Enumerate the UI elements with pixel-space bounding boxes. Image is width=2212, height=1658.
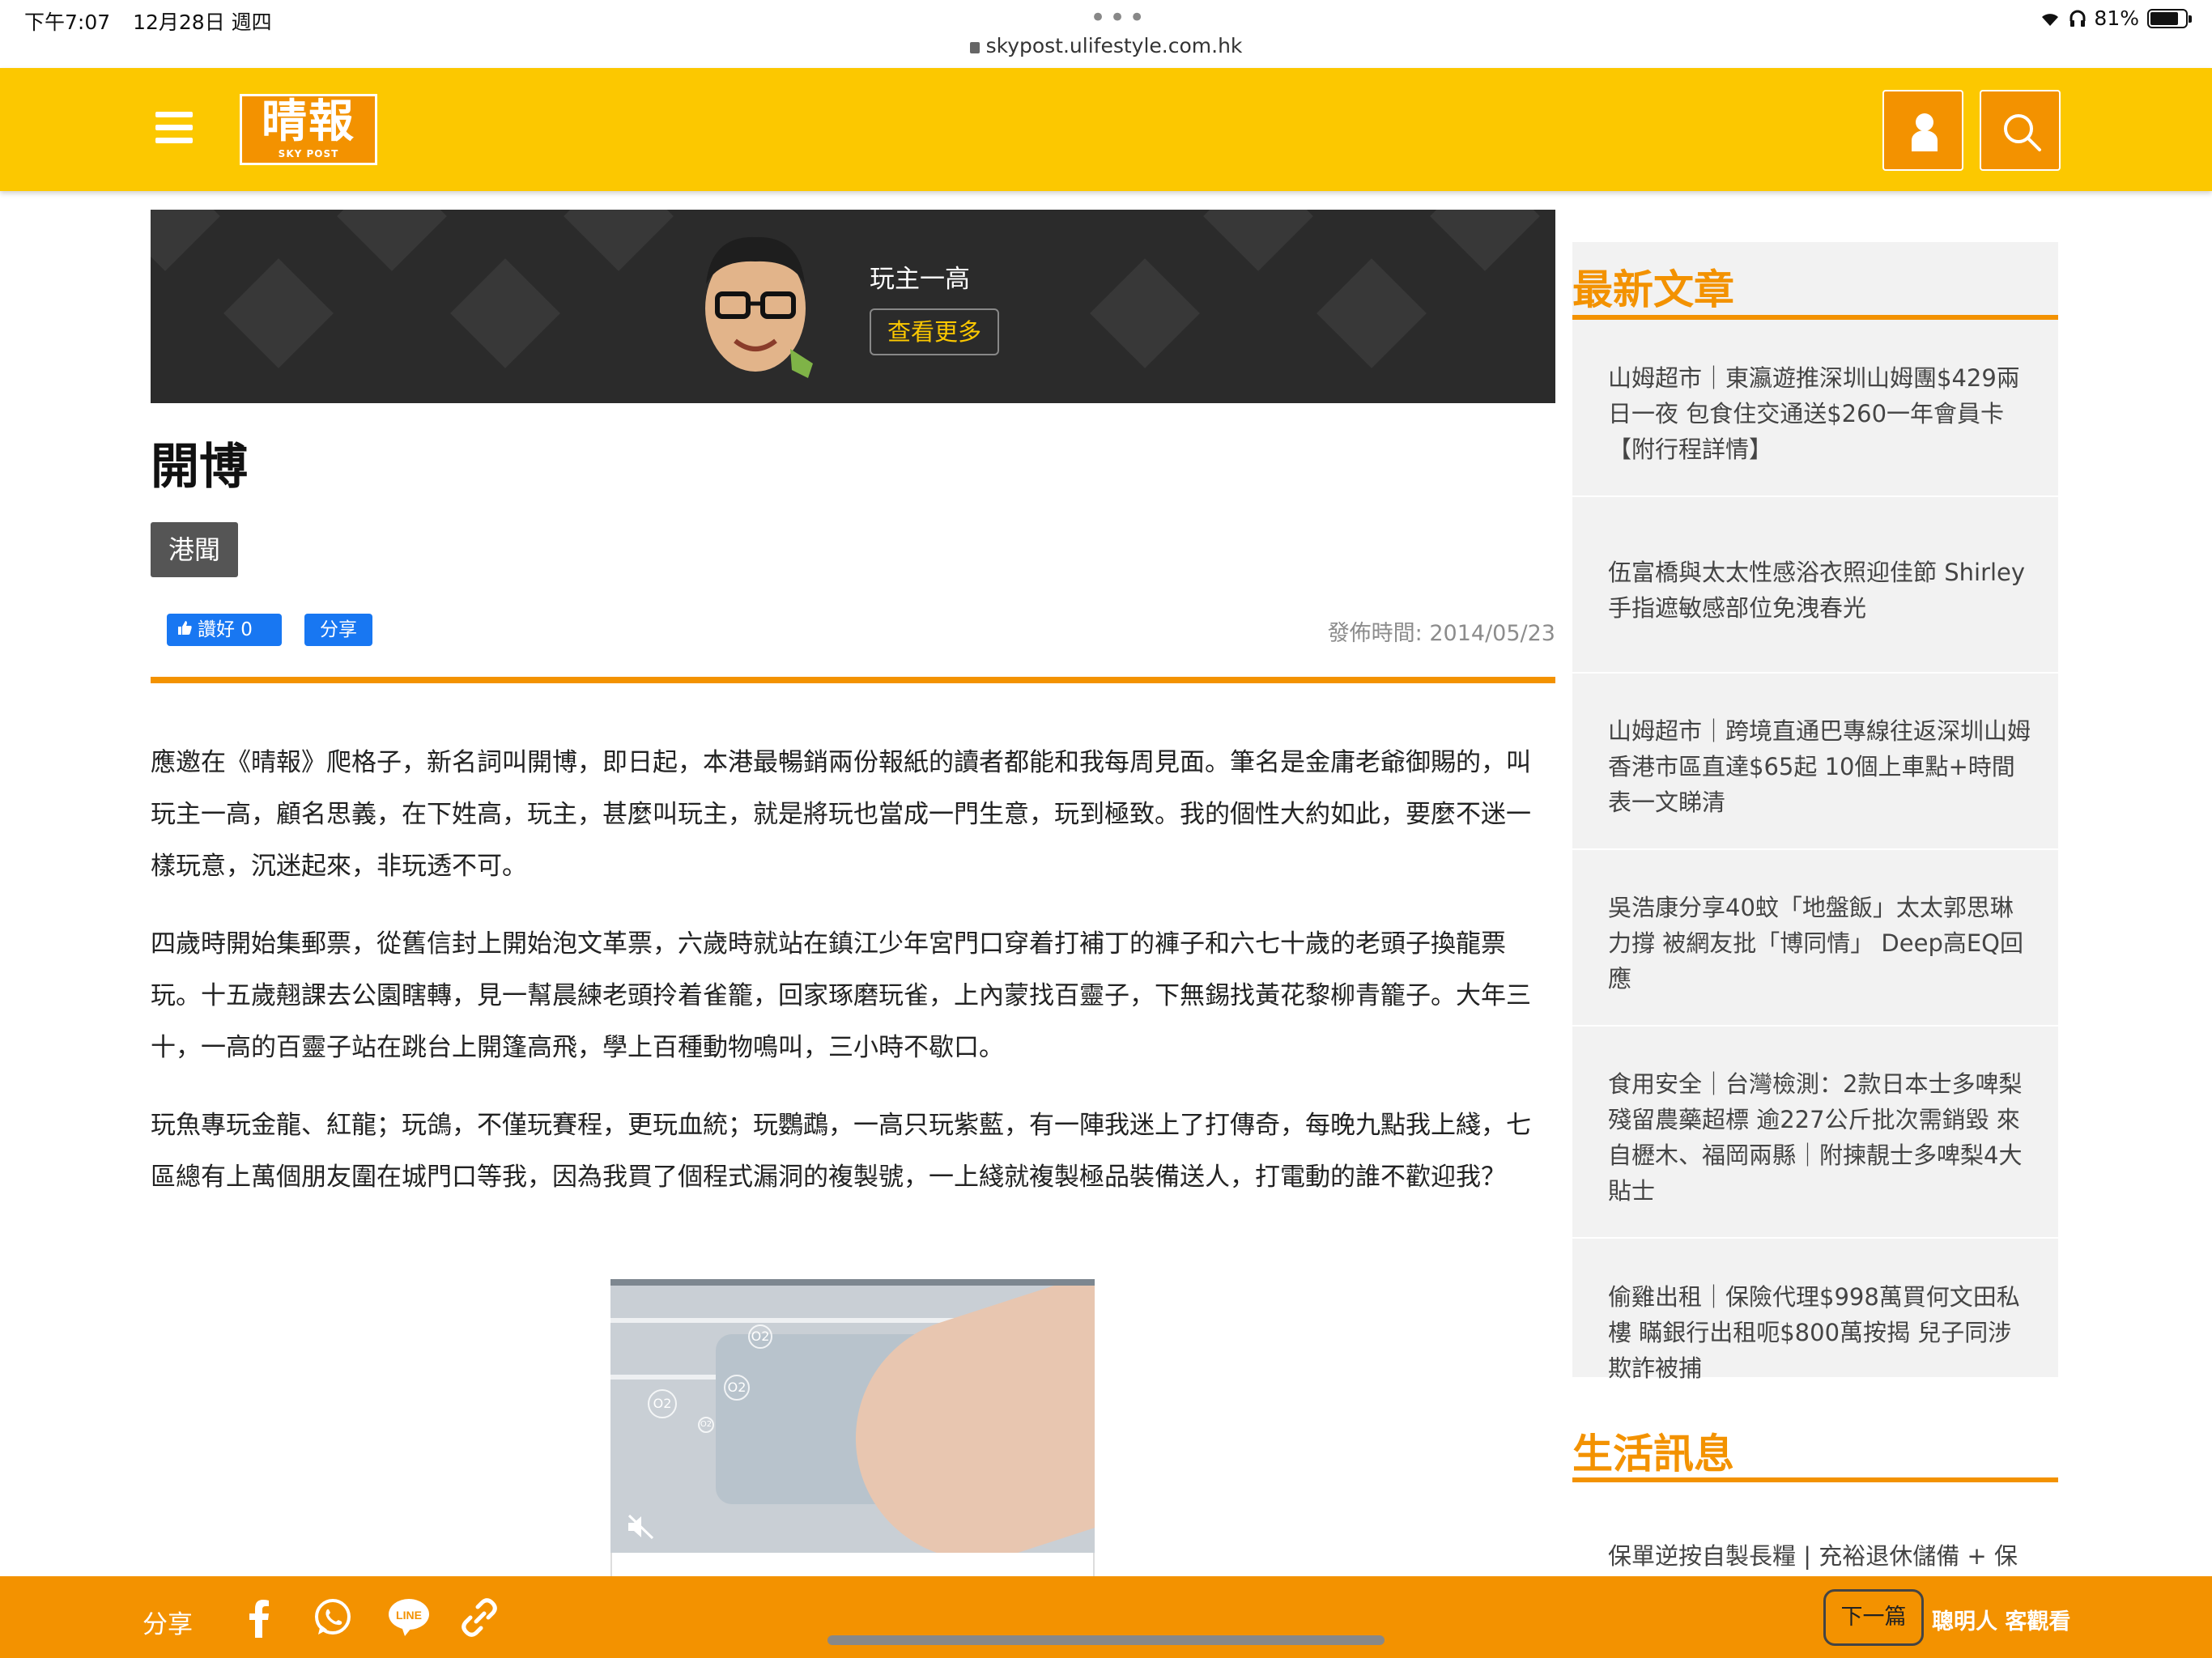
- banner-pattern: [1430, 210, 1540, 271]
- author-banner: 玩主一高 查看更多: [151, 210, 1555, 403]
- facebook-like-button[interactable]: 讚好 0: [167, 614, 282, 646]
- hamburger-menu-icon[interactable]: [155, 112, 193, 144]
- address-bar[interactable]: skypost.ulifestyle.com.hk: [0, 34, 2212, 57]
- news-item[interactable]: 山姆超市｜東瀛遊推深圳山姆團$429兩日一夜 包食住交通送$260一年會員卡【附…: [1572, 321, 2058, 497]
- oxygen-bubble: O2: [748, 1324, 772, 1349]
- page: 下午7:07 12月28日 週四 ••• skypost.ulifestyle.…: [0, 0, 2212, 1658]
- thumbs-up-icon: [177, 614, 193, 646]
- oxygen-bubble: O2: [698, 1417, 714, 1433]
- banner-pattern: [1090, 258, 1200, 368]
- url-text: skypost.ulifestyle.com.hk: [985, 34, 1243, 57]
- latest-articles-underline: [1572, 315, 2058, 320]
- banner-pattern: [1203, 210, 1313, 271]
- banner-pattern: [337, 210, 447, 271]
- user-icon: [1912, 113, 1938, 151]
- oxygen-bubble: O2: [648, 1389, 677, 1418]
- lock-icon: [969, 42, 980, 53]
- banner-pattern: [223, 258, 334, 368]
- whatsapp-icon[interactable]: [313, 1597, 353, 1638]
- article-paragraph: 玩魚專玩金龍、紅龍；玩鴿，不僅玩賽程，更玩血統；玩鸚鵡，一高只玩紫藍，有一陣我迷…: [151, 1111, 1531, 1192]
- user-account-button[interactable]: [1882, 90, 1963, 171]
- news-item[interactable]: 食用安全｜台灣檢測：2款日本士多啤梨殘留農藥超標 逾227公斤批次需銷毀 來自櫪…: [1572, 1027, 2058, 1239]
- site-header: 晴報 SKY POST: [0, 68, 2212, 191]
- status-right: 81%: [2039, 6, 2192, 30]
- latest-articles-list: 山姆超市｜東瀛遊推深圳山姆團$429兩日一夜 包食住交通送$260一年會員卡【附…: [1572, 321, 2058, 1415]
- life-info-underline: [1572, 1477, 2058, 1482]
- logo-text: 晴報: [262, 96, 355, 148]
- life-info-title: 生活訊息: [1572, 1431, 1734, 1477]
- video-ad[interactable]: O2 O2 O2 O2: [610, 1279, 1095, 1553]
- life-item[interactable]: 保單逆按自製長糧 | 充裕退休儲備 + 保: [1572, 1486, 2058, 1574]
- news-item[interactable]: 偷雞出租｜保險代理$998萬買何文田私樓 瞞銀行出租呃$800萬按揭 兒子同涉欺…: [1572, 1239, 2058, 1415]
- headphones-icon: [2069, 10, 2086, 27]
- line-icon-label: LINE: [396, 1609, 422, 1622]
- view-more-button[interactable]: 查看更多: [870, 308, 999, 355]
- latest-articles-title: 最新文章: [1572, 266, 1734, 313]
- search-icon: [2004, 114, 2041, 151]
- share-label: 分享: [143, 1610, 193, 1639]
- next-article-button[interactable]: 下一篇: [1823, 1589, 1924, 1646]
- battery-percent: 81%: [2094, 6, 2139, 30]
- site-logo[interactable]: 晴報 SKY POST: [240, 94, 377, 165]
- battery-icon: [2147, 8, 2192, 28]
- news-item[interactable]: 伍富橋與太太性感浴衣照迎佳節 Shirley手指遮敏感部位免洩春光: [1572, 497, 2058, 674]
- browser-menu-dots[interactable]: •••: [1090, 2, 1148, 34]
- wifi-icon: [2042, 13, 2059, 26]
- banner-pattern: [564, 210, 674, 271]
- article-paragraph: 四歲時開始集郵票，從舊信封上開始泡文革票，六歲時就站在鎮江少年宮門口穿着打補丁的…: [151, 929, 1531, 1062]
- publish-time: 發佈時間: 2014/05/23: [1327, 621, 1555, 646]
- status-time: 下午7:07: [24, 11, 111, 34]
- like-label: 讚好 0: [198, 619, 253, 640]
- banner-pattern: [1317, 258, 1427, 368]
- oxygen-bubble: O2: [724, 1375, 750, 1401]
- mute-icon[interactable]: [627, 1514, 656, 1540]
- status-bar: 下午7:07 12月28日 週四 ••• skypost.ulifestyle.…: [0, 0, 2212, 68]
- home-indicator[interactable]: [827, 1635, 1385, 1645]
- search-button[interactable]: [1980, 90, 2061, 171]
- next-article-title[interactable]: 聰明人 客觀看: [1932, 1604, 2070, 1635]
- orange-divider: [151, 677, 1555, 683]
- author-avatar[interactable]: [695, 227, 816, 385]
- facebook-icon[interactable]: [243, 1597, 275, 1638]
- article-title: 開博: [151, 439, 248, 495]
- bottom-share-bar: 分享 LINE 下一篇 聰明人 客觀看: [0, 1576, 2212, 1658]
- category-tag[interactable]: 港聞: [151, 522, 238, 577]
- banner-pattern: [450, 258, 560, 368]
- news-item[interactable]: 吳浩康分享40蚊「地盤飯」太太郭思琳力撐 被網友批「博同情」 Deep高EQ回應: [1572, 850, 2058, 1027]
- article-body: 應邀在《晴報》爬格子，新名詞叫開博，即日起，本港最暢銷兩份報紙的讀者都能和我每周…: [151, 737, 1543, 1229]
- author-name[interactable]: 玩主一高: [870, 258, 970, 295]
- status-date: 12月28日 週四: [133, 11, 272, 34]
- status-left: 下午7:07 12月28日 週四: [24, 6, 288, 36]
- facebook-share-button[interactable]: 分享: [304, 614, 372, 646]
- video-frame: [610, 1553, 1095, 1577]
- article-paragraph: 應邀在《晴報》爬格子，新名詞叫開博，即日起，本港最暢銷兩份報紙的讀者都能和我每周…: [151, 748, 1531, 881]
- news-item[interactable]: 山姆超市｜跨境直通巴專線往返深圳山姆 香港市區直達$65起 10個上車點+時間表…: [1572, 674, 2058, 850]
- copy-link-icon[interactable]: [460, 1597, 499, 1638]
- life-info-list: 保單逆按自製長糧 | 充裕退休儲備 + 保: [1572, 1486, 2058, 1574]
- line-icon[interactable]: LINE: [387, 1597, 431, 1638]
- logo-subtext: SKY POST: [278, 148, 339, 159]
- banner-pattern: [151, 210, 220, 271]
